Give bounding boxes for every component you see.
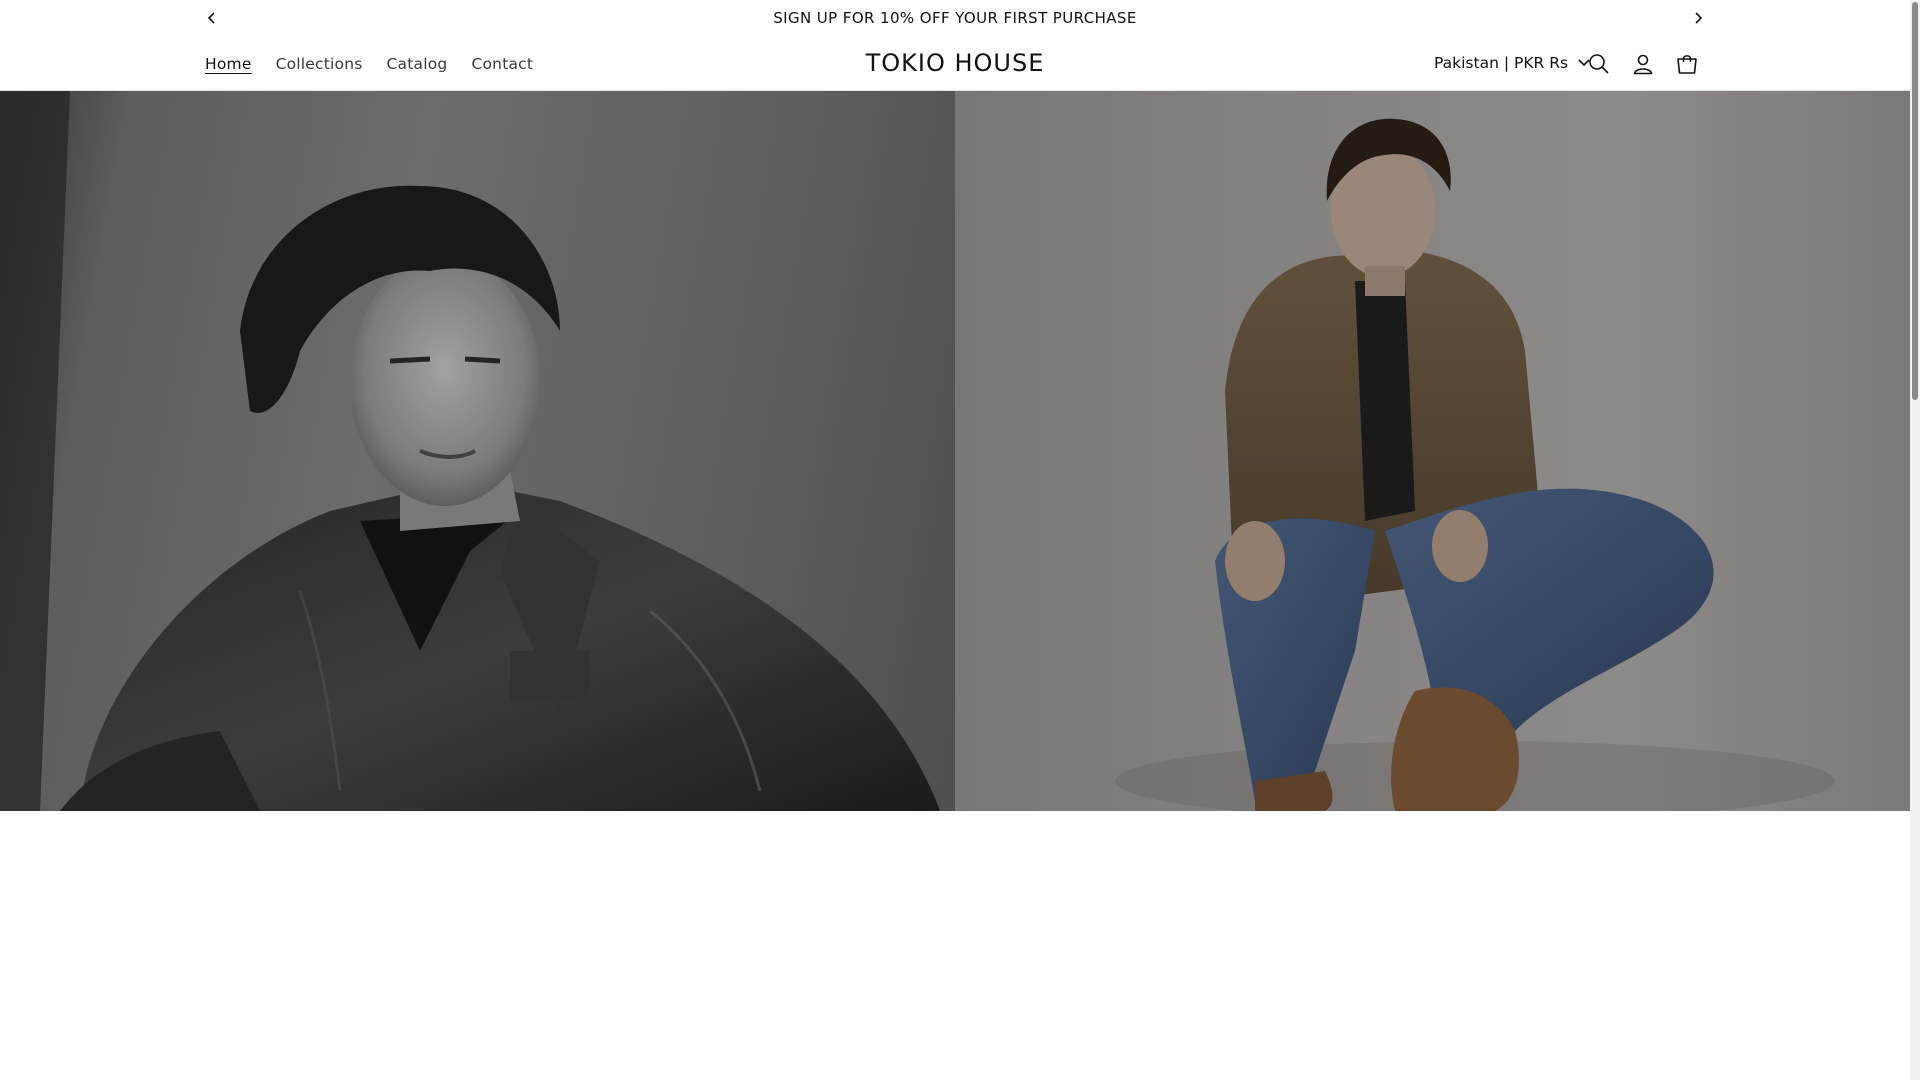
announcement-next-button[interactable]	[1688, 8, 1708, 28]
chevron-right-icon	[1695, 12, 1703, 24]
search-icon	[1589, 54, 1609, 74]
account-button[interactable]	[1629, 50, 1657, 78]
country-selector[interactable]: Pakistan | PKR Rs	[1434, 54, 1590, 72]
announcement-text: SIGN UP FOR 10% OFF YOUR FIRST PURCHASE	[773, 9, 1137, 27]
site-header: Home Collections Catalog Contact TOKIO H…	[0, 37, 1910, 91]
model-brown-jacket-jeans-photo	[1115, 118, 1835, 811]
model-black-denim-jacket-photo	[0, 91, 940, 811]
scrollbar-thumb[interactable]	[1912, 2, 1918, 400]
country-selector-label: Pakistan | PKR Rs	[1434, 54, 1569, 72]
account-icon	[1633, 54, 1653, 75]
cart-button[interactable]	[1673, 50, 1701, 78]
search-button[interactable]	[1585, 50, 1613, 78]
announcement-bar: SIGN UP FOR 10% OFF YOUR FIRST PURCHASE	[0, 0, 1910, 37]
store-logo-wrap: TOKIO HOUSE	[0, 49, 1910, 77]
page-scrollbar[interactable]	[1910, 0, 1920, 1080]
hero-image-left	[0, 91, 955, 811]
hero-image-right	[955, 91, 1910, 811]
store-logo[interactable]: TOKIO HOUSE	[866, 49, 1045, 77]
hero-banner	[0, 91, 1910, 811]
cart-icon	[1677, 55, 1697, 74]
